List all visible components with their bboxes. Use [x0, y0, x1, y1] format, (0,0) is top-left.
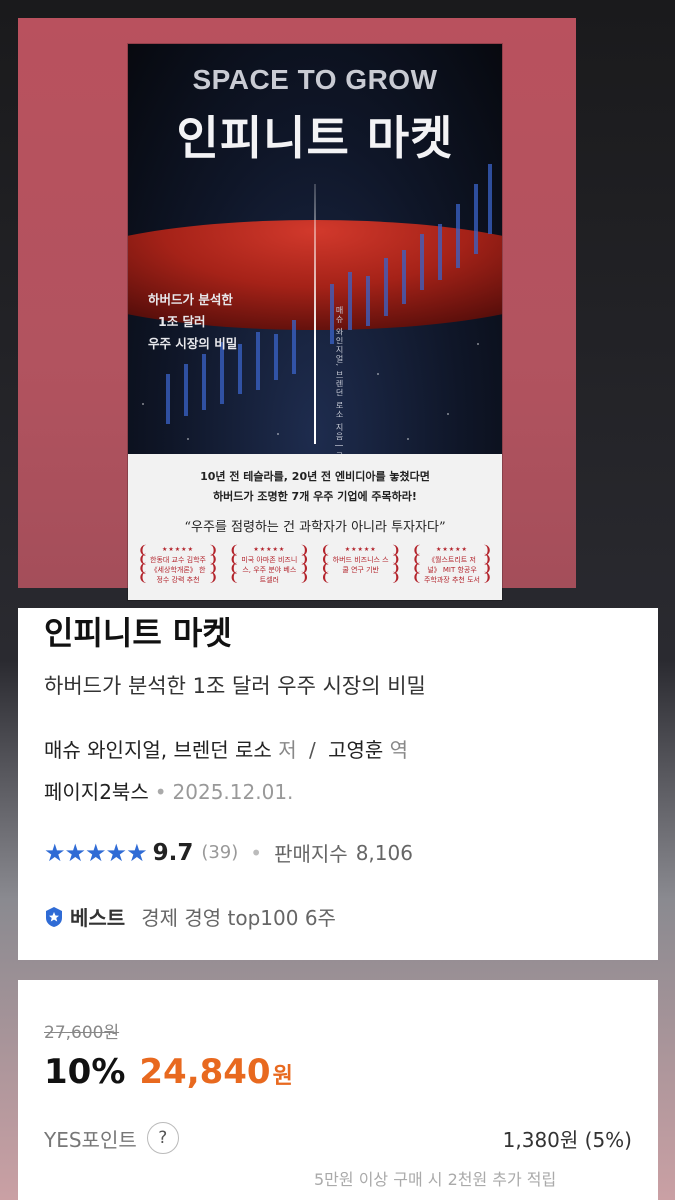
bestseller-rank: 경제 경영 top100 6주: [141, 906, 336, 930]
book-authors: 매슈 와인지얼, 브렌던 로소 저 / 고영훈 역: [44, 734, 408, 763]
cover-promo-line: 10년 전 테슬라를, 20년 전 엔비디아를 놓쳤다면: [200, 470, 430, 483]
cover-tagline-line: 하버드가 분석한: [148, 292, 233, 307]
laurel-icon: ❨ ❨ ❨ ❨: [320, 543, 331, 584]
cover-bottom-band: 10년 전 테슬라를, 20년 전 엔비디아를 놓쳤다면 하버드가 조명한 7개…: [128, 454, 502, 600]
rating-score: 9.7: [152, 839, 194, 866]
award-badge: ❨ ❨ ❨ ❨ ★★★★★ 하버드 비즈니스 스쿨 연구 기반 ❩ ❩ ❩ ❩: [319, 542, 403, 596]
help-icon[interactable]: ?: [146, 1122, 179, 1154]
cover-rocket-trail: [314, 184, 316, 444]
book-info-card: 인피니트 마켓 하버드가 분석한 1조 달러 우주 시장의 비밀 매슈 와인지얼…: [18, 608, 658, 960]
cover-tagline-line: 1조 달러: [158, 314, 206, 329]
book-subtitle: 하버드가 분석한 1조 달러 우주 시장의 비밀: [44, 674, 426, 698]
laurel-icon: ❨ ❨ ❨ ❨: [137, 543, 149, 584]
translator-role: 역: [389, 738, 409, 762]
yes-point-row: YES포인트 ? 1,380원 (5%): [44, 1122, 632, 1154]
laurel-icon: ❨ ❨ ❨ ❨: [411, 543, 423, 584]
price-card: 27,600원 10% 24,840 원 YES포인트 ? 1,380원 (5%…: [18, 980, 658, 1200]
sales-index-value: 8,106: [355, 840, 413, 865]
laurel-icon: ❩ ❩ ❩ ❩: [299, 543, 310, 584]
laurel-icon: ❩ ❩ ❩ ❩: [390, 543, 401, 584]
yes-point-value: 1,380원 (5%): [502, 1127, 632, 1152]
laurel-icon: ❨ ❨ ❨ ❨: [229, 543, 240, 584]
cover-english-title: SPACE TO GROW: [192, 64, 438, 95]
cover-promo-line: 하버드가 조명한 7개 우주 기업에 주목하라!: [213, 490, 417, 503]
translator-link[interactable]: 고영훈: [328, 738, 383, 762]
book-hero: SPACE TO GROW 인피니트 마켓 하버드가 분석한 1조 달러 우주 …: [18, 18, 576, 600]
cover-tagline: 하버드가 분석한 1조 달러 우주 시장의 비밀: [148, 289, 237, 355]
publish-date: 2025.12.01.: [172, 780, 294, 804]
point-bonus-note: 5만원 이상 구매 시 2천원 추가 적립: [314, 1170, 557, 1189]
bestseller-badge-icon: [46, 906, 62, 927]
award-badge: ❨ ❨ ❨ ❨ ★★★★★ 한동대 교수 김학주 《세상학개론》 한정수 강력 추천 …: [136, 542, 220, 596]
award-badge: ❨ ❨ ❨ ❨ ★★★★★ 《월스트리트 저널》 MIT 항공우주학과장 추천 도서 …: [410, 542, 494, 596]
award-badge: ❨ ❨ ❨ ❨ ★★★★★ 미국 아마존 비즈니스, 우주 분야 베스트셀러 ❩ ❩ ❩ ❩: [227, 542, 311, 596]
book-title: 인피니트 마켓: [44, 614, 232, 652]
publisher-line: 페이지2북스 • 2025.12.01.: [44, 776, 293, 805]
review-count-link[interactable]: (39): [201, 842, 238, 863]
rating-stars-icon: ★★★★★: [44, 838, 148, 867]
publisher-link[interactable]: 페이지2북스: [44, 780, 149, 804]
laurel-icon: ❩ ❩ ❩ ❩: [481, 543, 493, 584]
author-link[interactable]: 매슈 와인지얼, 브렌던 로소: [44, 738, 272, 762]
dot-separator: •: [154, 780, 167, 804]
laurel-icon: ❩ ❩ ❩ ❩: [207, 543, 219, 584]
author-role: 저: [278, 738, 297, 762]
cover-awards: ❨ ❨ ❨ ❨ ★★★★★ 한동대 교수 김학주 《세상학개론》 한정수 강력 추천 …: [136, 542, 494, 596]
divider: /: [308, 738, 316, 762]
yes-point-label: YES포인트: [44, 1127, 137, 1152]
cover-quote: “우주를 점령하는 건 과학자가 아니라 투자자다”: [184, 520, 446, 535]
bestseller-label: 베스트: [70, 906, 126, 930]
cover-tagline-line: 우주 시장의 비밀: [148, 336, 238, 351]
currency-unit: 원: [272, 1064, 293, 1089]
book-cover-image[interactable]: SPACE TO GROW 인피니트 마켓 하버드가 분석한 1조 달러 우주 …: [128, 44, 502, 600]
original-price: 27,600원: [44, 1023, 120, 1043]
bestseller-row[interactable]: 베스트 경제 경영 top100 6주: [44, 902, 336, 931]
cover-korean-title: 인피니트 마켓: [176, 111, 454, 165]
dot-separator: •: [250, 840, 263, 865]
rating-row: ★★★★★ 9.7 (39) • 판매지수 8,106: [44, 838, 413, 867]
sale-price: 24,840: [139, 1052, 271, 1092]
sales-index-label: 판매지수: [274, 842, 348, 866]
discount-rate: 10%: [44, 1052, 126, 1092]
sale-price-row: 10% 24,840 원: [44, 1052, 293, 1092]
